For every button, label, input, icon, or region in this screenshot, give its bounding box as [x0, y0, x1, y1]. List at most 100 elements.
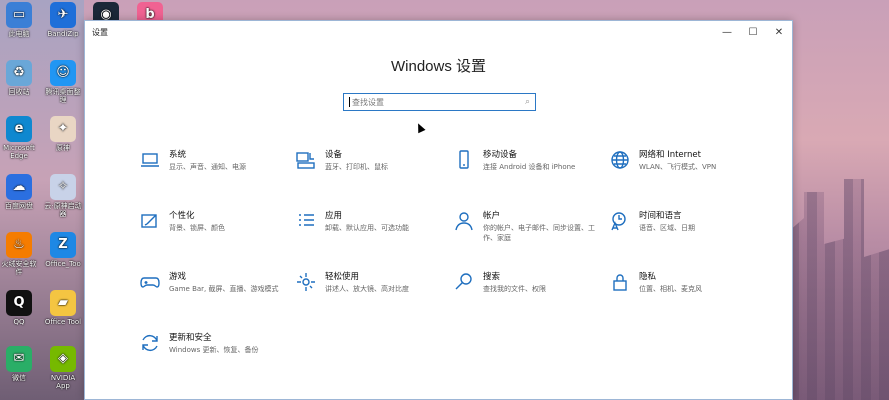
- genshin-icon: ✦: [50, 116, 76, 142]
- settings-tile[interactable]: 网络和 Internet WLAN、飞行模式、VPN: [609, 149, 759, 172]
- tile-description: WLAN、飞行模式、VPN: [639, 163, 717, 171]
- globe-icon: [609, 149, 635, 171]
- tile-name: 网络和 Internet: [639, 150, 701, 160]
- tile-description: 连接 Android 设备和 iPhone: [483, 163, 576, 171]
- folder-icon: ▰: [50, 290, 76, 316]
- settings-tile[interactable]: 设备蓝牙、打印机、鼠标: [295, 149, 445, 172]
- tile-name: 帐户: [483, 211, 501, 221]
- settings-window: 设置 — ☐ ✕ Windows 设置 查找设置 ⌕ 系统显示、声音、通知、电源…: [84, 20, 793, 400]
- desktop-icon-label: 百度网盘: [5, 202, 33, 210]
- bandizip-icon: ✈: [50, 2, 76, 28]
- desktop-icon-label: Microsoft Edge: [3, 144, 35, 160]
- mouse-cursor: [414, 121, 426, 134]
- settings-tile[interactable]: 游戏 Game Bar, 截屏、直播、游戏模式: [139, 271, 289, 294]
- wallpaper-city: [789, 179, 889, 400]
- desktop-icon[interactable]: e Microsoft Edge: [0, 116, 39, 160]
- tile-description: 语音、区域、日期: [639, 224, 695, 232]
- settings-tile[interactable]: 应用卸载、默认应用、可选功能: [295, 210, 445, 233]
- settings-tile[interactable]: 时间和语言语音、区域、日期: [609, 210, 759, 233]
- settings-tile[interactable]: 个性化背景、锁屏、颜色: [139, 210, 289, 233]
- title-bar[interactable]: 设置 — ☐ ✕: [85, 21, 792, 43]
- tile-description: 查找我的文件、权限: [483, 285, 546, 293]
- desktop-icon-label: NVIDIA App: [50, 374, 76, 390]
- tile-name: 应用: [325, 211, 343, 221]
- desktop-icon[interactable]: ✧ 云·原神启动器: [43, 174, 83, 218]
- settings-tile[interactable]: 帐户你的帐户、电子邮件、同步设置、工作、家庭: [453, 210, 603, 243]
- update-icon: [139, 332, 165, 354]
- desktop-icon[interactable]: ♨ 火绒安全软件: [0, 232, 39, 276]
- desktop-icon-label: 腾讯桌面整理: [45, 88, 81, 104]
- tile-name: 系统: [169, 150, 187, 160]
- desktop-icon[interactable]: ▰ Office Tool: [43, 290, 83, 326]
- maximize-button[interactable]: ☐: [740, 21, 766, 43]
- tile-name: 更新和安全: [169, 333, 212, 343]
- tile-description: 你的帐户、电子邮件、同步设置、工作、家庭: [483, 224, 595, 242]
- laptop-icon: [139, 149, 165, 171]
- tile-description: 卸载、默认应用、可选功能: [325, 224, 409, 232]
- phone-icon: [453, 149, 479, 171]
- settings-tile[interactable]: 更新和安全 Windows 更新、恢复、备份: [139, 332, 289, 355]
- desktop-icon[interactable]: ☁ 百度网盘: [0, 174, 39, 210]
- tile-name: 游戏: [169, 272, 187, 282]
- desktop-icon-label: 火绒安全软件: [1, 260, 37, 276]
- desktop-icon-label: 云·原神启动器: [44, 202, 82, 218]
- desktop-icon-label: Office Tool: [44, 318, 82, 326]
- desktop-icon-label: 原神: [56, 144, 70, 152]
- tile-description: Windows 更新、恢复、备份: [169, 346, 259, 354]
- keyboard-icon: [295, 149, 321, 171]
- desktop-icon[interactable]: ✦ 原神: [43, 116, 83, 152]
- apps-icon: [295, 210, 321, 232]
- ease-of-access-icon: [295, 271, 321, 293]
- desktop-icon-label: 微信: [12, 374, 26, 382]
- computer-icon: ▭: [6, 2, 32, 28]
- settings-tile[interactable]: 隐私位置、相机、麦克风: [609, 271, 759, 294]
- tile-name: 轻松使用: [325, 272, 360, 282]
- tile-name: 设备: [325, 150, 343, 160]
- desktop-icon[interactable]: ✉ 微信: [0, 346, 39, 382]
- desktop-icon[interactable]: Z Office_Too: [43, 232, 83, 268]
- search-icon[interactable]: ⌕: [525, 97, 530, 107]
- tile-description: 蓝牙、打印机、鼠标: [325, 163, 388, 171]
- desktop-icon-label: 此电脑: [8, 30, 30, 38]
- tile-name: 时间和语言: [639, 211, 682, 221]
- nvidia-icon: ◈: [50, 346, 76, 372]
- tile-description: 显示、声音、通知、电源: [169, 163, 246, 171]
- desktop-icon[interactable]: ☺ 腾讯桌面整理: [43, 60, 83, 104]
- huorong-icon: ♨: [6, 232, 32, 258]
- page-title: Windows 设置: [390, 58, 487, 75]
- wechat-icon: ✉: [6, 346, 32, 372]
- baidu-netdisk-icon: ☁: [6, 174, 32, 200]
- settings-tile[interactable]: 轻松使用讲述人、放大镜、高对比度: [295, 271, 445, 294]
- tile-name: 隐私: [639, 272, 657, 282]
- game-launcher-icon: ✧: [50, 174, 76, 200]
- desktop-icon-label: 回收站: [8, 88, 30, 96]
- settings-tile[interactable]: 系统显示、声音、通知、电源: [139, 149, 289, 172]
- desktop-icon-label: BandiZip: [47, 30, 79, 38]
- desktop-icon[interactable]: ✈ BandiZip: [43, 2, 83, 38]
- tile-name: 个性化: [169, 211, 195, 221]
- close-button[interactable]: ✕: [766, 21, 792, 43]
- minimize-button[interactable]: —: [714, 21, 740, 43]
- window-title: 设置: [92, 27, 108, 37]
- desktop-icon[interactable]: ♻ 回收站: [0, 60, 39, 96]
- search-box[interactable]: 查找设置 ⌕: [343, 93, 536, 111]
- tencent-icon: ☺: [50, 60, 76, 86]
- settings-tile[interactable]: 搜索查找我的文件、权限: [453, 271, 603, 294]
- paint-icon: [139, 210, 165, 232]
- qq-icon: Q: [6, 290, 32, 316]
- recycle-bin-icon: ♻: [6, 60, 32, 86]
- tile-name: 搜索: [483, 272, 501, 282]
- edge-icon: e: [6, 116, 32, 142]
- tile-description: 讲述人、放大镜、高对比度: [325, 285, 409, 293]
- zip-icon: Z: [50, 232, 76, 258]
- search-input[interactable]: 查找设置: [352, 97, 525, 108]
- tile-description: 位置、相机、麦克风: [639, 285, 702, 293]
- lock-icon: [609, 271, 635, 293]
- tile-description: 背景、锁屏、颜色: [169, 224, 225, 232]
- search-icon: [453, 271, 479, 293]
- settings-tile[interactable]: 移动设备 连接 Android 设备和 iPhone: [453, 149, 603, 172]
- desktop-icon[interactable]: ▭ 此电脑: [0, 2, 39, 38]
- gamepad-icon: [139, 271, 165, 293]
- desktop-icon[interactable]: Q QQ: [0, 290, 39, 326]
- desktop-icon[interactable]: ◈ NVIDIA App: [43, 346, 83, 390]
